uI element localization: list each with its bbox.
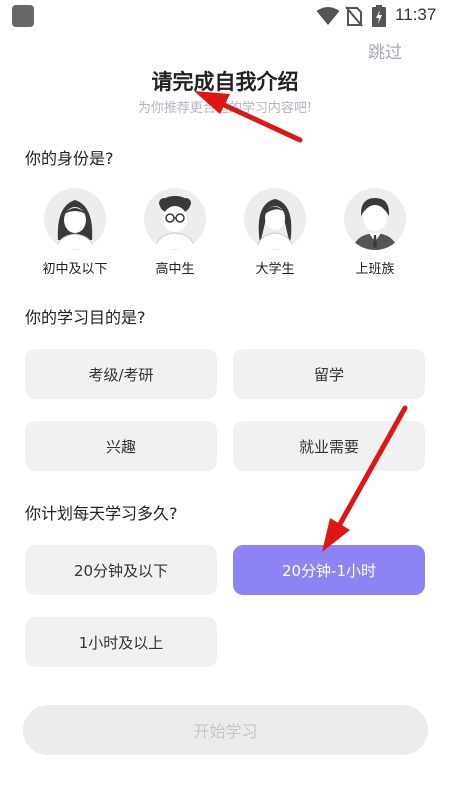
identity-label-worker: 上班族 — [355, 262, 395, 277]
purpose-option-exam[interactable]: 考级/考研 — [25, 349, 217, 399]
identity-option-worker[interactable]: 上班族 — [330, 188, 420, 277]
identity-option-highschool[interactable]: 高中生 — [130, 188, 220, 277]
status-time: 11:37 — [395, 5, 437, 24]
time-option-20min-1hour[interactable]: 20分钟-1小时 — [233, 545, 425, 595]
battery-charging-icon — [372, 5, 386, 27]
purpose-option-study-abroad[interactable]: 留学 — [233, 349, 425, 399]
daily-time-question: 你计划每天学习多久? — [25, 504, 178, 523]
young-woman-avatar-icon — [244, 188, 306, 250]
wifi-icon — [316, 7, 340, 25]
skip-button[interactable]: 跳过 — [368, 38, 402, 63]
status-bar: 11:37 — [0, 0, 450, 32]
no-sim-icon — [345, 6, 363, 27]
app-notification-icon — [12, 5, 34, 27]
page-title: 请完成自我介绍 — [151, 70, 299, 94]
annotation-arrows — [194, 91, 408, 552]
time-option-over-1hour[interactable]: 1小时及以上 — [25, 617, 217, 667]
page-subtitle: 为你推荐更合适的学习内容吧! — [137, 101, 313, 116]
start-learning-button[interactable]: 开始学习 — [23, 705, 428, 755]
identity-label-college: 大学生 — [255, 262, 295, 277]
purpose-question: 你的学习目的是? — [25, 308, 146, 327]
identity-question: 你的身份是? — [25, 149, 114, 168]
boy-glasses-avatar-icon — [144, 188, 206, 250]
identity-label-highschool: 高中生 — [155, 262, 195, 277]
girl-avatar-icon — [44, 188, 106, 250]
purpose-option-job[interactable]: 就业需要 — [233, 421, 425, 471]
time-option-under-20min[interactable]: 20分钟及以下 — [25, 545, 217, 595]
identity-label-junior: 初中及以下 — [42, 262, 108, 277]
identity-option-college[interactable]: 大学生 — [230, 188, 320, 277]
man-suit-avatar-icon — [344, 188, 406, 250]
identity-option-junior[interactable]: 初中及以下 — [30, 188, 120, 277]
purpose-option-interest[interactable]: 兴趣 — [25, 421, 217, 471]
